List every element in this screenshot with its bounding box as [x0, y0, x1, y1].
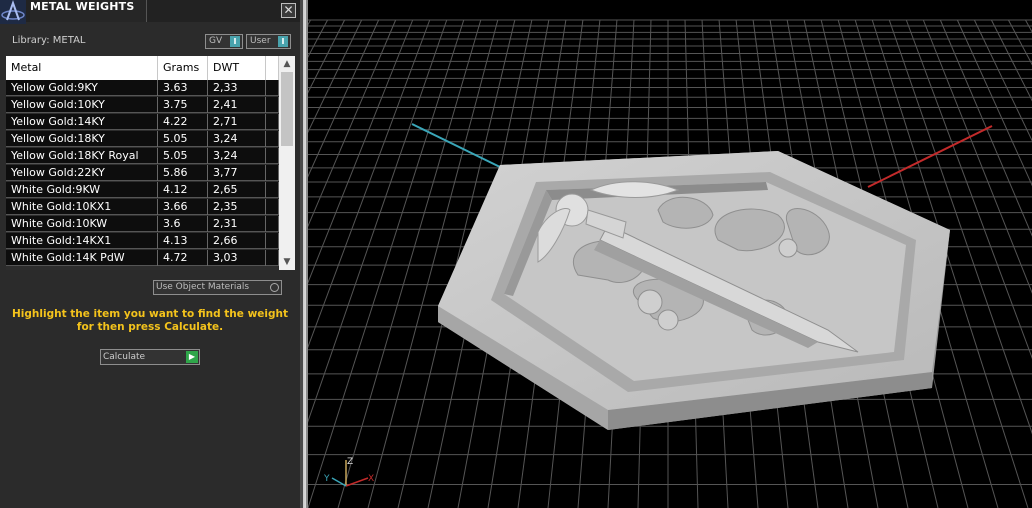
- axis-label-z: Z: [347, 457, 353, 467]
- cell-extra: [266, 97, 279, 113]
- user-toggle-label: User: [250, 36, 271, 46]
- gv-toggle-switch[interactable]: I: [230, 36, 240, 47]
- calculate-button[interactable]: Calculate ▶: [100, 349, 200, 365]
- cell-grams: 5.05: [158, 131, 208, 147]
- cell-metal: Yellow Gold:14KY: [6, 114, 158, 130]
- use-object-materials-button[interactable]: Use Object Materials: [153, 280, 282, 295]
- play-icon[interactable]: ▶: [186, 351, 198, 363]
- cell-extra: [266, 250, 279, 266]
- table-row[interactable]: Yellow Gold:10KY 3.75 2,41: [6, 97, 279, 113]
- cell-dwt: 2,65: [208, 182, 266, 198]
- panel-splitter[interactable]: [300, 0, 308, 508]
- cell-extra: [266, 80, 279, 96]
- table-scrollbar[interactable]: ▲ ▼: [279, 56, 295, 270]
- metal-table: Metal Grams DWT Yellow Gold:9KY 3.63 2,33 Y…: [6, 56, 295, 270]
- panel-title: METAL WEIGHTS: [30, 0, 147, 22]
- cell-grams: 3.6: [158, 216, 208, 232]
- app-logo-icon: [0, 0, 26, 24]
- cell-dwt: 3,77: [208, 165, 266, 181]
- cell-grams: 4.22: [158, 114, 208, 130]
- cell-grams: 4.12: [158, 182, 208, 198]
- table-row[interactable]: Yellow Gold:18KY Royal 5.05 3,24: [6, 148, 279, 164]
- cell-metal: White Gold:14K PdW: [6, 250, 158, 266]
- table-row[interactable]: White Gold:10KX1 3.66 2,35: [6, 199, 279, 215]
- gv-toggle[interactable]: GV I: [205, 34, 243, 49]
- scroll-thumb[interactable]: [281, 72, 293, 146]
- cell-dwt: 2,66: [208, 233, 266, 249]
- cell-dwt: 2,71: [208, 114, 266, 130]
- cell-dwt: 2,31: [208, 216, 266, 232]
- close-button[interactable]: ✕: [281, 3, 296, 18]
- cell-extra: [266, 165, 279, 181]
- 3d-viewport[interactable]: Z X Y: [308, 0, 1032, 508]
- column-header-grams[interactable]: Grams: [158, 56, 208, 80]
- use-object-materials-label: Use Object Materials: [156, 282, 250, 292]
- axis-label-x: X: [368, 474, 374, 484]
- cell-dwt: 2,35: [208, 199, 266, 215]
- cell-metal: Yellow Gold:18KY Royal: [6, 148, 158, 164]
- table-row[interactable]: White Gold:14K PdW 4.72 3,03: [6, 250, 279, 266]
- cell-extra: [266, 148, 279, 164]
- cell-dwt: 2,41: [208, 97, 266, 113]
- table-row[interactable]: Yellow Gold:22KY 5.86 3,77: [6, 165, 279, 181]
- user-toggle-switch[interactable]: I: [278, 36, 288, 47]
- cell-grams: 4.13: [158, 233, 208, 249]
- cell-extra: [266, 199, 279, 215]
- cell-extra: [266, 114, 279, 130]
- cell-metal: White Gold:10KX1: [6, 199, 158, 215]
- cell-extra: [266, 131, 279, 147]
- cell-dwt: 3,24: [208, 131, 266, 147]
- cell-grams: 3.75: [158, 97, 208, 113]
- column-header-extra: [266, 56, 279, 80]
- table-row[interactable]: White Gold:10KW 3.6 2,31: [6, 216, 279, 232]
- cell-metal: Yellow Gold:18KY: [6, 131, 158, 147]
- cell-dwt: 2,33: [208, 80, 266, 96]
- cell-grams: 4.72: [158, 250, 208, 266]
- cell-grams: 3.66: [158, 199, 208, 215]
- scroll-up-icon[interactable]: ▲: [279, 56, 295, 72]
- y-axis-line: [411, 123, 501, 168]
- cell-grams: 3.63: [158, 80, 208, 96]
- table-row[interactable]: White Gold:9KW 4.12 2,65: [6, 182, 279, 198]
- cell-metal: Yellow Gold:9KY: [6, 80, 158, 96]
- pendant-model[interactable]: [438, 151, 950, 430]
- cell-metal: Yellow Gold:10KY: [6, 97, 158, 113]
- cell-extra: [266, 233, 279, 249]
- table-row[interactable]: Yellow Gold:18KY 5.05 3,24: [6, 131, 279, 147]
- gv-toggle-label: GV: [209, 36, 223, 46]
- cell-metal: White Gold:10KW: [6, 216, 158, 232]
- instructions-text: Highlight the item you want to find the …: [12, 308, 288, 333]
- cell-grams: 5.05: [158, 148, 208, 164]
- table-row[interactable]: White Gold:14KX1 4.13 2,66: [6, 233, 279, 249]
- viewport-canvas: Z X Y: [308, 19, 1032, 508]
- calculate-label: Calculate: [103, 352, 146, 362]
- cell-metal: White Gold:14KX1: [6, 233, 158, 249]
- cell-dwt: 3,24: [208, 148, 266, 164]
- table-row[interactable]: Yellow Gold:9KY 3.63 2,33: [6, 80, 279, 96]
- cell-metal: Yellow Gold:22KY: [6, 165, 158, 181]
- library-label: Library: METAL: [12, 35, 86, 46]
- cell-metal: White Gold:9KW: [6, 182, 158, 198]
- table-header: Metal Grams DWT: [6, 56, 279, 80]
- panel-titlebar: METAL WEIGHTS ✕: [0, 0, 300, 24]
- cell-grams: 5.86: [158, 165, 208, 181]
- x-axis-line: [867, 125, 993, 188]
- column-header-metal[interactable]: Metal: [6, 56, 158, 80]
- table-row[interactable]: Yellow Gold:14KY 4.22 2,71: [6, 114, 279, 130]
- cell-dwt: 3,03: [208, 250, 266, 266]
- metal-weights-panel: METAL WEIGHTS ✕ Library: METAL GV I User…: [0, 0, 300, 508]
- cell-extra: [266, 182, 279, 198]
- scroll-down-icon[interactable]: ▼: [279, 254, 295, 270]
- radio-icon[interactable]: [270, 283, 279, 292]
- axis-label-y: Y: [323, 474, 330, 484]
- user-toggle[interactable]: User I: [246, 34, 291, 49]
- cell-extra: [266, 216, 279, 232]
- column-header-dwt[interactable]: DWT: [208, 56, 266, 80]
